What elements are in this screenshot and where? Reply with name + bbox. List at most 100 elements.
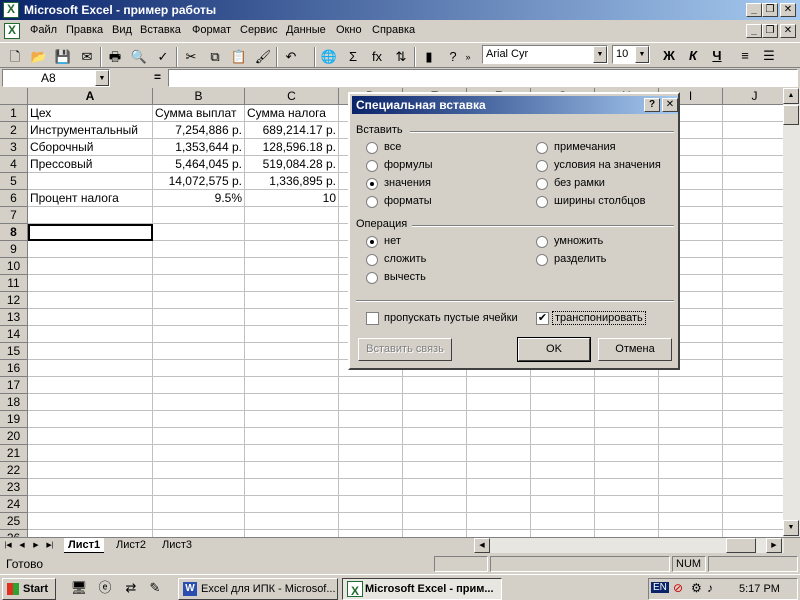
cell[interactable] bbox=[245, 292, 339, 309]
pencil-icon[interactable]: ✎ bbox=[144, 578, 166, 598]
sort-ascending-icon[interactable]: ⇅ bbox=[390, 47, 412, 67]
cell[interactable] bbox=[339, 496, 403, 513]
save-icon[interactable]: 💾 bbox=[52, 47, 74, 67]
cell[interactable] bbox=[28, 309, 153, 326]
tray-app-icon[interactable]: ⚙ bbox=[691, 581, 702, 595]
cell[interactable] bbox=[723, 275, 787, 292]
select-all-corner[interactable] bbox=[0, 88, 28, 105]
formula-input[interactable] bbox=[168, 69, 798, 87]
row-header[interactable]: 9 bbox=[0, 241, 28, 258]
cell[interactable] bbox=[723, 445, 787, 462]
cell[interactable] bbox=[531, 496, 595, 513]
cell[interactable] bbox=[28, 377, 153, 394]
doc-restore-button[interactable]: ❐ bbox=[762, 24, 778, 38]
cell[interactable] bbox=[153, 530, 245, 537]
task-button-excel[interactable]: Microsoft Excel - прим... bbox=[342, 578, 502, 600]
cell[interactable] bbox=[723, 428, 787, 445]
cell[interactable] bbox=[245, 462, 339, 479]
cell[interactable] bbox=[723, 122, 787, 139]
help-icon[interactable]: ? bbox=[442, 47, 464, 67]
row-header[interactable]: 1 bbox=[0, 105, 28, 122]
cell[interactable] bbox=[245, 224, 339, 241]
cell[interactable] bbox=[245, 360, 339, 377]
browser-icon[interactable]: ⓔ bbox=[94, 578, 116, 598]
cell[interactable]: 128,596.18 р. bbox=[245, 139, 339, 156]
cell[interactable] bbox=[245, 445, 339, 462]
menu-edit[interactable]: Правка bbox=[66, 24, 103, 36]
cell[interactable] bbox=[28, 343, 153, 360]
cell[interactable] bbox=[28, 479, 153, 496]
cell[interactable] bbox=[723, 530, 787, 537]
cell[interactable] bbox=[245, 207, 339, 224]
cell[interactable] bbox=[153, 513, 245, 530]
cell[interactable] bbox=[467, 479, 531, 496]
radio-paste-formulas[interactable] bbox=[366, 160, 378, 172]
menu-file[interactable]: Файл bbox=[30, 24, 57, 36]
cell[interactable] bbox=[659, 496, 723, 513]
task-button-word[interactable]: W Excel для ИПК - Microsof... bbox=[178, 578, 338, 600]
close-button[interactable]: ✕ bbox=[780, 3, 796, 17]
cell[interactable] bbox=[245, 394, 339, 411]
cell[interactable] bbox=[153, 326, 245, 343]
cell[interactable] bbox=[245, 411, 339, 428]
radio-op-subtract[interactable] bbox=[366, 272, 378, 284]
cell[interactable] bbox=[467, 462, 531, 479]
last-sheet-icon[interactable]: ▶| bbox=[44, 539, 56, 552]
menu-view[interactable]: Вид bbox=[112, 24, 132, 36]
cell[interactable] bbox=[245, 343, 339, 360]
cell[interactable] bbox=[28, 207, 153, 224]
doc-minimize-button[interactable]: _ bbox=[746, 24, 762, 38]
desktop-icon[interactable]: 🖥 bbox=[68, 578, 90, 598]
align-center-icon[interactable]: ☰ bbox=[758, 46, 780, 66]
active-cell[interactable] bbox=[28, 224, 153, 241]
radio-paste-values[interactable] bbox=[366, 178, 378, 190]
cell[interactable] bbox=[153, 360, 245, 377]
start-button[interactable]: Start bbox=[2, 578, 56, 600]
cell[interactable] bbox=[245, 428, 339, 445]
cell[interactable] bbox=[403, 377, 467, 394]
chart-wizard-icon[interactable]: ▮ bbox=[418, 47, 440, 67]
cell[interactable] bbox=[403, 411, 467, 428]
horizontal-scrollbar[interactable]: ◀ ▶ bbox=[474, 538, 784, 553]
cell[interactable]: Инструментальный bbox=[28, 122, 153, 139]
cell[interactable]: 689,214.17 р. bbox=[245, 122, 339, 139]
cell[interactable] bbox=[339, 445, 403, 462]
cell[interactable] bbox=[28, 496, 153, 513]
cell[interactable] bbox=[339, 462, 403, 479]
chevron-down-icon[interactable]: ▼ bbox=[95, 70, 109, 86]
cell[interactable] bbox=[153, 394, 245, 411]
prev-sheet-icon[interactable]: ◀ bbox=[16, 539, 28, 552]
cell[interactable] bbox=[28, 326, 153, 343]
cell[interactable] bbox=[403, 513, 467, 530]
row-header[interactable]: 11 bbox=[0, 275, 28, 292]
cell[interactable] bbox=[659, 394, 723, 411]
cell[interactable] bbox=[153, 241, 245, 258]
scroll-right-icon[interactable]: ▶ bbox=[766, 538, 782, 553]
cell[interactable] bbox=[659, 513, 723, 530]
cell[interactable] bbox=[659, 377, 723, 394]
autosum-icon[interactable]: Σ bbox=[342, 47, 364, 67]
cell[interactable] bbox=[595, 513, 659, 530]
open-icon[interactable]: 📂 bbox=[28, 47, 50, 67]
cancel-button[interactable]: Отмена bbox=[598, 338, 672, 361]
cell[interactable] bbox=[531, 428, 595, 445]
cell[interactable] bbox=[28, 462, 153, 479]
cell[interactable] bbox=[595, 530, 659, 537]
row-header[interactable]: 14 bbox=[0, 326, 28, 343]
h-scroll-thumb[interactable] bbox=[726, 538, 756, 553]
cell[interactable] bbox=[153, 496, 245, 513]
cell[interactable] bbox=[28, 241, 153, 258]
cell[interactable] bbox=[467, 530, 531, 537]
cell[interactable] bbox=[245, 530, 339, 537]
cell[interactable] bbox=[531, 411, 595, 428]
cell[interactable] bbox=[723, 326, 787, 343]
first-sheet-icon[interactable]: |◀ bbox=[2, 539, 14, 552]
print-icon[interactable]: 🖶 bbox=[104, 47, 126, 67]
menu-help[interactable]: Справка bbox=[372, 24, 415, 36]
row-header[interactable]: 21 bbox=[0, 445, 28, 462]
font-size-combo[interactable]: 10 ▼ bbox=[612, 45, 650, 64]
next-sheet-icon[interactable]: ▶ bbox=[30, 539, 42, 552]
scroll-up-icon[interactable]: ▲ bbox=[783, 88, 799, 104]
cell[interactable] bbox=[339, 377, 403, 394]
cell[interactable] bbox=[153, 292, 245, 309]
